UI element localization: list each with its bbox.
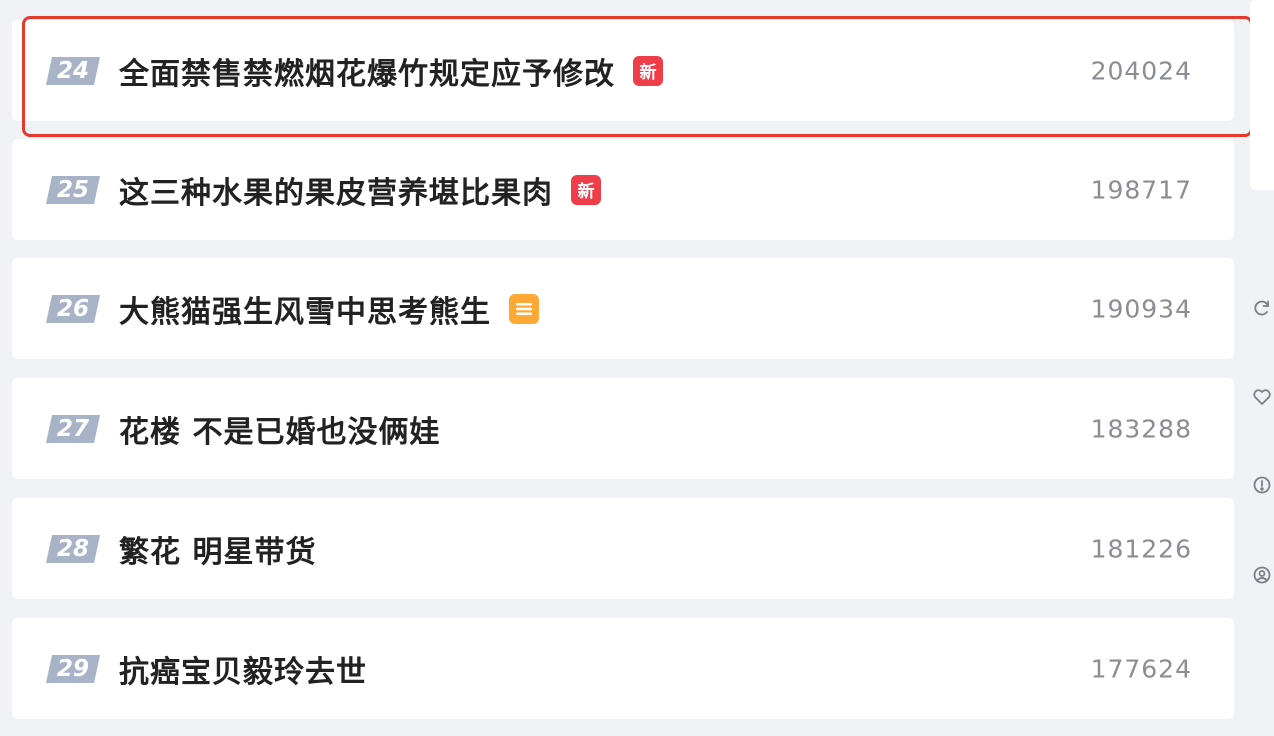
rank-badge: 25 <box>46 175 100 204</box>
list-item[interactable]: 29 抗癌宝贝毅玲去世 177624 <box>12 618 1234 719</box>
heat-count: 183288 <box>1090 414 1192 443</box>
side-panel <box>1250 0 1274 190</box>
heat-count: 181226 <box>1090 534 1192 563</box>
heat-count: 190934 <box>1090 294 1192 323</box>
rank-number: 26 <box>56 295 89 322</box>
rank-number: 28 <box>56 535 89 562</box>
rank-number: 25 <box>56 176 89 203</box>
topic-title[interactable]: 全面禁售禁燃烟花爆竹规定应予修改 <box>119 49 615 93</box>
heat-count: 198717 <box>1090 175 1192 204</box>
topic-title[interactable]: 这三种水果的果皮营养堪比果肉 <box>119 168 553 212</box>
topic-title[interactable]: 繁花 明星带货 <box>119 527 316 571</box>
refresh-icon[interactable] <box>1250 296 1274 320</box>
new-badge: 新 <box>571 174 601 205</box>
heat-count: 204024 <box>1090 56 1192 85</box>
user-icon[interactable] <box>1250 563 1274 587</box>
new-badge: 新 <box>633 55 663 86</box>
rank-badge: 26 <box>46 294 100 323</box>
rank-badge: 28 <box>46 534 100 563</box>
info-icon[interactable] <box>1250 473 1274 497</box>
list-item[interactable]: 28 繁花 明星带货 181226 <box>12 498 1234 599</box>
rank-badge: 27 <box>46 414 100 443</box>
rank-badge: 24 <box>46 56 100 85</box>
list-item[interactable]: 24 全面禁售禁燃烟花爆竹规定应予修改 新 204024 <box>12 20 1234 121</box>
rank-number: 27 <box>56 415 89 442</box>
list-item[interactable]: 26 大熊猫强生风雪中思考熊生 190934 <box>12 258 1234 359</box>
topic-title[interactable]: 花楼 不是已婚也没俩娃 <box>119 407 440 451</box>
topic-title[interactable]: 大熊猫强生风雪中思考熊生 <box>119 287 491 331</box>
list-item[interactable]: 27 花楼 不是已婚也没俩娃 183288 <box>12 378 1234 479</box>
heat-count: 177624 <box>1090 654 1192 683</box>
hot-search-list: 24 全面禁售禁燃烟花爆竹规定应予修改 新 204024 25 这三种水果的果皮… <box>12 0 1234 736</box>
topic-title[interactable]: 抗癌宝贝毅玲去世 <box>119 647 367 691</box>
hot-badge-icon <box>509 293 539 324</box>
list-item[interactable]: 25 这三种水果的果皮营养堪比果肉 新 198717 <box>12 139 1234 240</box>
rank-badge: 29 <box>46 654 100 683</box>
rank-number: 29 <box>56 655 89 682</box>
heart-icon[interactable] <box>1250 385 1274 409</box>
rank-number: 24 <box>56 57 89 84</box>
